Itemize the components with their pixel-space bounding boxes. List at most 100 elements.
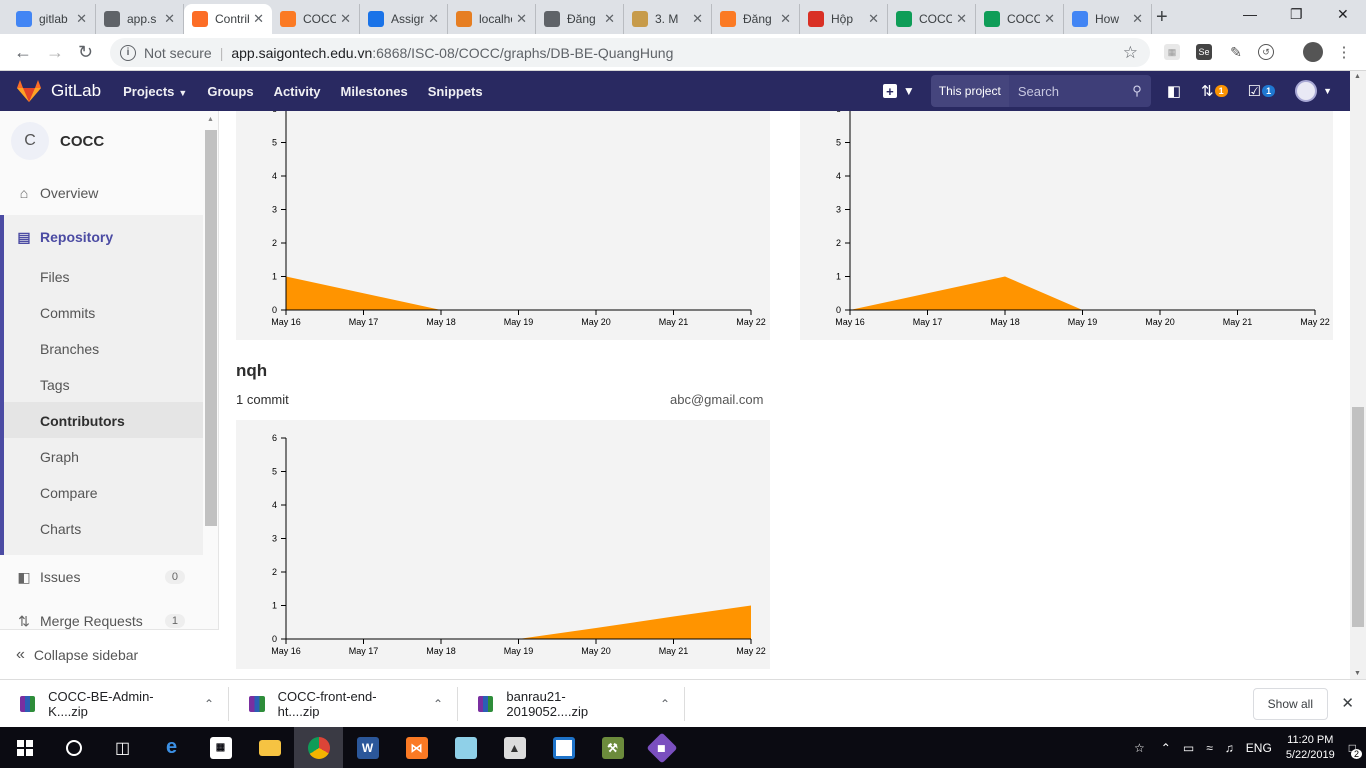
page-scrollbar[interactable]: ▲ ▼ [1350,71,1366,679]
browser-tab[interactable]: Đăng ✕ [536,4,624,34]
close-tab-icon[interactable]: ✕ [952,11,967,27]
sidebar-scrollbar-thumb[interactable] [205,130,217,526]
xampp-icon[interactable]: ⋈ [392,727,441,768]
scroll-up-icon[interactable]: ▲ [1354,73,1361,80]
sidebar-item-repository[interactable]: ▤ Repository [0,221,203,253]
search-input[interactable]: Search ⚲ [1008,75,1151,107]
language-indicator[interactable]: ENG [1246,741,1272,755]
browser-tab[interactable]: localhost✕ [448,4,536,34]
word-icon[interactable]: W [343,727,392,768]
close-window-icon[interactable]: ✕ [1337,6,1349,23]
chrome-icon[interactable] [294,727,343,768]
browser-tab[interactable]: app.s ✕ [96,4,184,34]
browser-tab[interactable]: Assignment✕ [360,4,448,34]
volume-icon[interactable]: ♫ [1225,741,1234,755]
forward-icon[interactable]: → [46,42,64,63]
sidebar-subitem-files[interactable]: Files [40,269,70,285]
wifi-icon[interactable]: ≈ [1206,741,1213,755]
close-tab-icon[interactable]: ✕ [864,11,879,27]
task-view-icon[interactable]: ◫ [98,727,147,768]
file-explorer-icon[interactable] [245,727,294,768]
user-avatar[interactable] [1295,80,1318,102]
browser-tab[interactable]: gitlab ✕ [8,4,96,34]
scroll-up-icon[interactable]: ▲ [207,116,214,123]
browser-tab[interactable]: 3. M ✕ [624,4,712,34]
collapse-sidebar-button[interactable]: « Collapse sidebar [0,629,219,679]
search-box[interactable]: This project Search ⚲ [930,75,1151,107]
sidebar-subitem-compare[interactable]: Compare [40,485,98,501]
search-scope-badge[interactable]: This project [930,75,1009,107]
info-icon[interactable]: i [120,44,136,61]
git-app-icon[interactable]: ◆ [637,727,686,768]
scroll-down-icon[interactable]: ▼ [1354,670,1361,677]
browser-tab[interactable]: Hộp ✕ [800,4,888,34]
address-bar[interactable]: i Not secure | app.saigontech.edu.vn :68… [110,38,1150,67]
close-tab-icon[interactable]: ✕ [160,11,175,27]
sidebar-subitem-graph[interactable]: Graph [40,449,79,465]
project-header[interactable]: C COCC [0,111,218,171]
bookmark-star-icon[interactable]: ☆ [1123,43,1138,63]
new-tab-button[interactable]: + [1156,6,1168,29]
page-scrollbar-thumb[interactable] [1352,407,1364,627]
close-downloads-icon[interactable]: ✕ [1341,694,1354,712]
browser-tab[interactable]: COCC ✕ [976,4,1064,34]
close-tab-icon[interactable]: ✕ [249,11,264,27]
restore-icon[interactable]: ❐ [1290,6,1303,23]
extension-circle-icon[interactable]: ↺ [1258,44,1274,60]
download-item[interactable]: banrau21-2019052....zip ⌃ [458,686,685,721]
back-icon[interactable]: ← [14,42,32,63]
nav-activity[interactable]: Activity [274,84,321,99]
new-dropdown-button[interactable]: + ▼ [882,84,915,99]
sidebar-subitem-contributors[interactable]: Contributors [40,413,125,429]
download-item[interactable]: COCC-BE-Admin-K....zip ⌃ [0,686,229,721]
app-window-icon[interactable] [539,727,588,768]
close-tab-icon[interactable]: ✕ [1128,11,1143,27]
battery-icon[interactable]: ▭ [1183,741,1194,755]
sidebar-item-issues[interactable]: ◧ Issues 0 [0,563,203,591]
sidebar-item-overview[interactable]: ⌂ Overview [0,177,203,209]
close-tab-icon[interactable]: ✕ [336,11,351,27]
show-all-downloads-button[interactable]: Show all [1252,688,1328,720]
chevron-up-icon[interactable]: ⌃ [433,697,443,711]
selenium-extension-icon[interactable]: Se [1196,44,1212,60]
nav-projects[interactable]: Projects ▼ [123,84,187,99]
sidebar-subitem-commits[interactable]: Commits [40,305,95,321]
browser-tab[interactable]: Đăng ✕ [712,4,800,34]
nav-groups[interactable]: Groups [207,84,253,99]
photos-icon[interactable]: ▲ [490,727,539,768]
todos-header-button[interactable]: ☑ 1 [1248,82,1276,100]
close-tab-icon[interactable]: ✕ [424,11,439,27]
close-tab-icon[interactable]: ✕ [1040,11,1055,27]
sidebar-subitem-tags[interactable]: Tags [40,377,70,393]
chevron-up-icon[interactable]: ⌃ [1161,741,1171,755]
nav-snippets[interactable]: Snippets [428,84,483,99]
sidebar-subitem-charts[interactable]: Charts [40,521,81,537]
chrome-menu-icon[interactable]: ⋮ [1336,44,1352,61]
close-tab-icon[interactable]: ✕ [72,11,87,27]
action-center-button[interactable]: □ 2 [1349,741,1362,759]
eyedropper-icon[interactable]: ✎ [1228,44,1244,60]
issues-header-icon[interactable]: ◧ [1167,82,1181,100]
extension-icon[interactable]: ▦ [1164,44,1180,60]
browser-tab[interactable]: Contributors✕ [184,4,272,34]
sidebar-scrollbar[interactable]: ▲ [205,116,217,636]
minimize-icon[interactable]: — [1243,6,1257,22]
close-tab-icon[interactable]: ✕ [600,11,615,27]
profile-avatar[interactable] [1303,42,1323,62]
taskbar-clock[interactable]: 11:20 PM 5/22/2019 [1286,733,1335,763]
close-tab-icon[interactable]: ✕ [776,11,791,27]
people-icon[interactable]: ☆ [1134,741,1145,755]
download-item[interactable]: COCC-front-end-ht....zip ⌃ [229,686,458,721]
gitlab-logo[interactable]: GitLab [16,79,101,103]
nav-milestones[interactable]: Milestones [341,84,408,99]
store-icon[interactable]: ▦ [196,727,245,768]
close-tab-icon[interactable]: ✕ [512,11,527,27]
sidebar-subitem-branches[interactable]: Branches [40,341,99,357]
tools-icon[interactable]: ⚒ [588,727,637,768]
chevron-up-icon[interactable]: ⌃ [204,697,214,711]
chevron-up-icon[interactable]: ⌃ [660,697,670,711]
cortana-search-icon[interactable] [49,727,98,768]
notepad-icon[interactable] [441,727,490,768]
browser-tab[interactable]: COCC ✕ [272,4,360,34]
browser-tab[interactable]: COCC ✕ [888,4,976,34]
